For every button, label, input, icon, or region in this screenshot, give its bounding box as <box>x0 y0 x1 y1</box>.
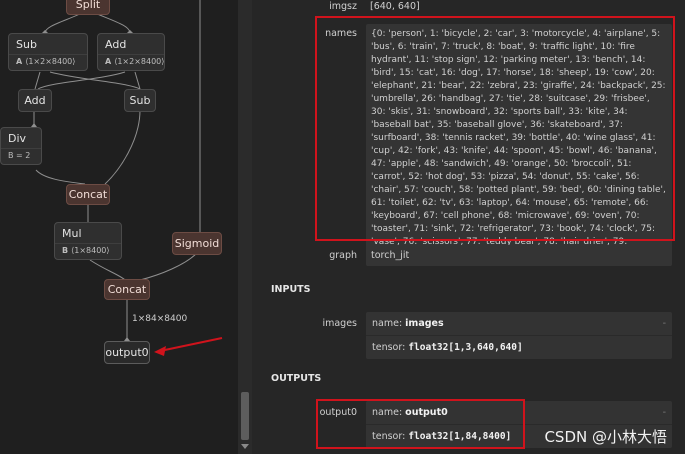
expand-dash[interactable]: - <box>663 318 666 329</box>
node-split[interactable]: Split <box>66 0 110 15</box>
node-div-attr: B = 2 <box>1 148 41 164</box>
edge-sub-add <box>34 71 41 90</box>
node-add-attr: A ⟨1×2×8400⟩ <box>98 54 164 70</box>
input-tensor-line: tensor: float32[1,3,640,640] <box>366 335 672 359</box>
output-highlight-box <box>316 399 525 449</box>
node-concat-label: Concat <box>68 188 108 201</box>
node-concat-2-label: Concat <box>107 283 147 296</box>
vertical-scrollbar[interactable] <box>238 0 252 454</box>
outputs-section-title: OUTPUTS <box>271 373 322 384</box>
edge-add-add <box>37 71 126 90</box>
node-concat-2[interactable]: Concat <box>104 279 150 300</box>
annotation-arrow <box>159 337 223 352</box>
edge-shape-label: 1×84×8400 <box>132 314 188 324</box>
attr-name: A <box>16 57 23 66</box>
node-concat[interactable]: Concat <box>66 184 110 205</box>
node-add-2-label: Add <box>24 94 46 107</box>
node-sub-label: Sub <box>16 38 37 51</box>
inputs-section-title: INPUTS <box>271 284 311 295</box>
prop-value: [640, 640] <box>370 1 420 12</box>
node-output0[interactable]: output0 <box>104 341 150 364</box>
properties-panel: imgsz [640, 640] names {0: 'person', 1: … <box>252 0 685 454</box>
input-label: images <box>322 318 357 329</box>
node-add-label: Add <box>105 38 127 51</box>
attr-value: ⟨1×8400⟩ <box>71 246 110 255</box>
input-tensor: float32[1,3,640,640] <box>408 342 523 353</box>
name-prefix: name: <box>372 318 406 329</box>
node-sub-2-label: Sub <box>129 94 151 107</box>
node-add-2[interactable]: Add <box>18 89 52 112</box>
expand-dash[interactable]: - <box>663 407 666 418</box>
node-sub-2[interactable]: Sub <box>124 89 156 112</box>
tensor-prefix: tensor: <box>372 342 409 353</box>
node-split-label: Split <box>75 0 101 11</box>
attr-name: A <box>105 57 112 66</box>
scroll-down-arrow-icon[interactable] <box>241 444 249 449</box>
names-highlight-box <box>315 16 675 241</box>
edge-div-concat <box>35 169 86 185</box>
input-name: images <box>405 318 444 329</box>
node-mul[interactable]: Mul B ⟨1×8400⟩ <box>54 222 122 260</box>
node-add[interactable]: Add A ⟨1×2×8400⟩ <box>97 33 165 71</box>
graph-value-field[interactable]: torch_jit <box>366 245 672 266</box>
node-sigmoid-label: Sigmoid <box>174 237 220 250</box>
node-div[interactable]: Div B = 2 <box>0 127 42 165</box>
prop-label: imgsz <box>329 1 357 12</box>
node-sub[interactable]: Sub A ⟨1×2×8400⟩ <box>8 33 88 71</box>
node-mul-label: Mul <box>62 227 82 240</box>
scrollbar-thumb[interactable] <box>241 392 249 440</box>
graph-canvas[interactable]: Split Sub A ⟨1×2×8400⟩ Add A ⟨1×2×8400⟩ Ad… <box>0 0 252 454</box>
edge-sigmoid-concat <box>139 252 198 281</box>
attr-value: ⟨1×2×8400⟩ <box>25 57 76 66</box>
edge-sub-sub <box>49 71 141 90</box>
edge-mul-concat <box>89 259 126 281</box>
node-output0-label: output0 <box>105 346 149 359</box>
node-sub-attr: A ⟨1×2×8400⟩ <box>9 54 87 70</box>
node-mul-attr: B ⟨1×8400⟩ <box>55 243 121 259</box>
node-sigmoid[interactable]: Sigmoid <box>172 232 222 255</box>
edge-sub-concat <box>104 109 141 185</box>
attr-value: ⟨1×2×8400⟩ <box>114 57 165 66</box>
watermark: CSDN @小林大悟 <box>544 428 667 446</box>
input-name-line: name: images <box>366 312 672 335</box>
input-details[interactable]: name: images tensor: float32[1,3,640,640… <box>366 312 672 359</box>
node-div-label: Div <box>8 132 27 145</box>
edge-add-sub <box>134 71 141 90</box>
attr-name: B <box>62 246 69 255</box>
prop-label: graph <box>329 250 357 261</box>
